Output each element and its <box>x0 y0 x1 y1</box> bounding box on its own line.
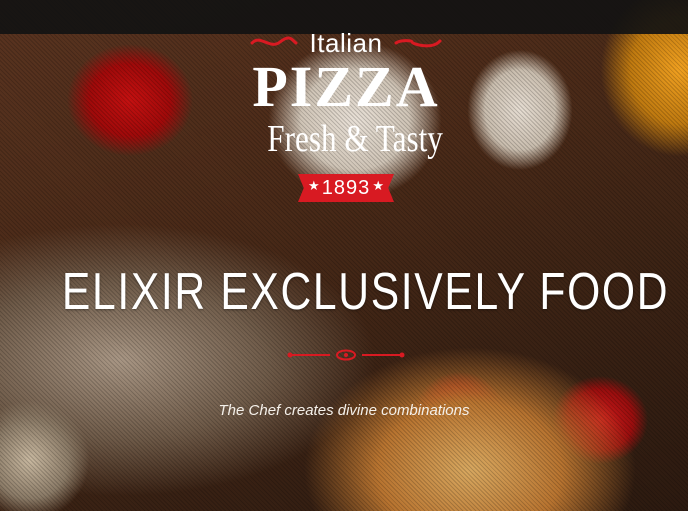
hero-subtitle: The Chef creates divine combinations <box>218 402 470 419</box>
logo-year-ribbon: ★ 1893 ★ <box>298 174 394 202</box>
star-icon: ★ <box>372 178 384 193</box>
logo-header: Italian <box>250 22 442 62</box>
swirl-ornament-icon <box>394 39 442 48</box>
ornamental-divider-icon <box>287 349 405 361</box>
brand-logo[interactable]: Italian PIZZA Fresh & Tasty ★ 1893 ★ <box>250 22 443 220</box>
hero-headline: ELIXIR EXCLUSIVELY FOOD <box>61 263 670 321</box>
logo-tagline: Fresh & Tasty <box>267 118 443 160</box>
logo-pizza-text: PIZZA <box>252 54 440 119</box>
